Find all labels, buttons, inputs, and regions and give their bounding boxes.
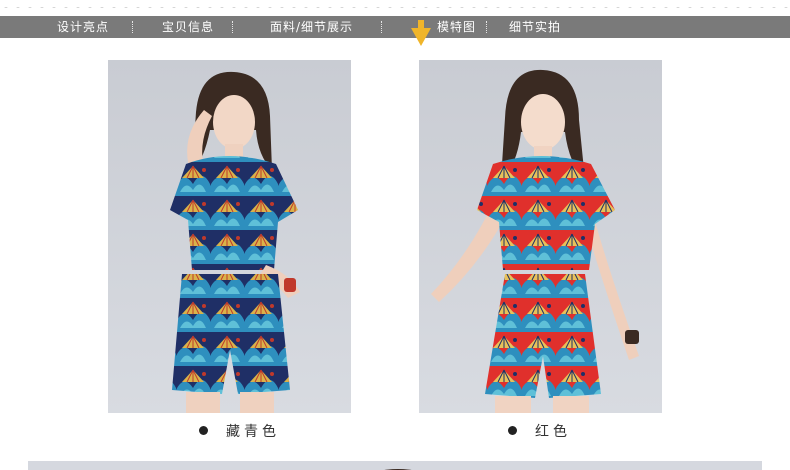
nav-item-product-info[interactable]: 宝贝信息 [162,16,214,38]
product-photo-red[interactable] [419,60,662,413]
active-section-pointer-icon [410,20,432,48]
bullet-dot-icon [508,426,517,435]
nav-divider [132,21,133,33]
color-caption-red: 红色 [508,423,571,441]
section-nav-bar: 设计亮点 宝贝信息 面料/细节展示 模特图 细节实拍 [0,16,790,38]
color-label: 红色 [535,424,571,440]
color-caption-navy: 藏青色 [199,423,280,441]
nav-item-design-highlights[interactable]: 设计亮点 [57,16,109,38]
nav-item-model-photos[interactable]: 模特图 [437,16,476,38]
nav-item-fabric-details[interactable]: 面料/细节展示 [270,16,353,38]
nav-divider [486,21,487,33]
nav-item-detail-photos[interactable]: 细节实拍 [509,16,561,38]
color-label: 藏青色 [226,424,280,440]
next-product-photo-preview [28,461,762,470]
product-photo-navy[interactable] [108,60,351,413]
bullet-dot-icon [199,426,208,435]
nav-divider [232,21,233,33]
nav-divider [381,21,382,33]
top-decorative-border [0,0,790,8]
